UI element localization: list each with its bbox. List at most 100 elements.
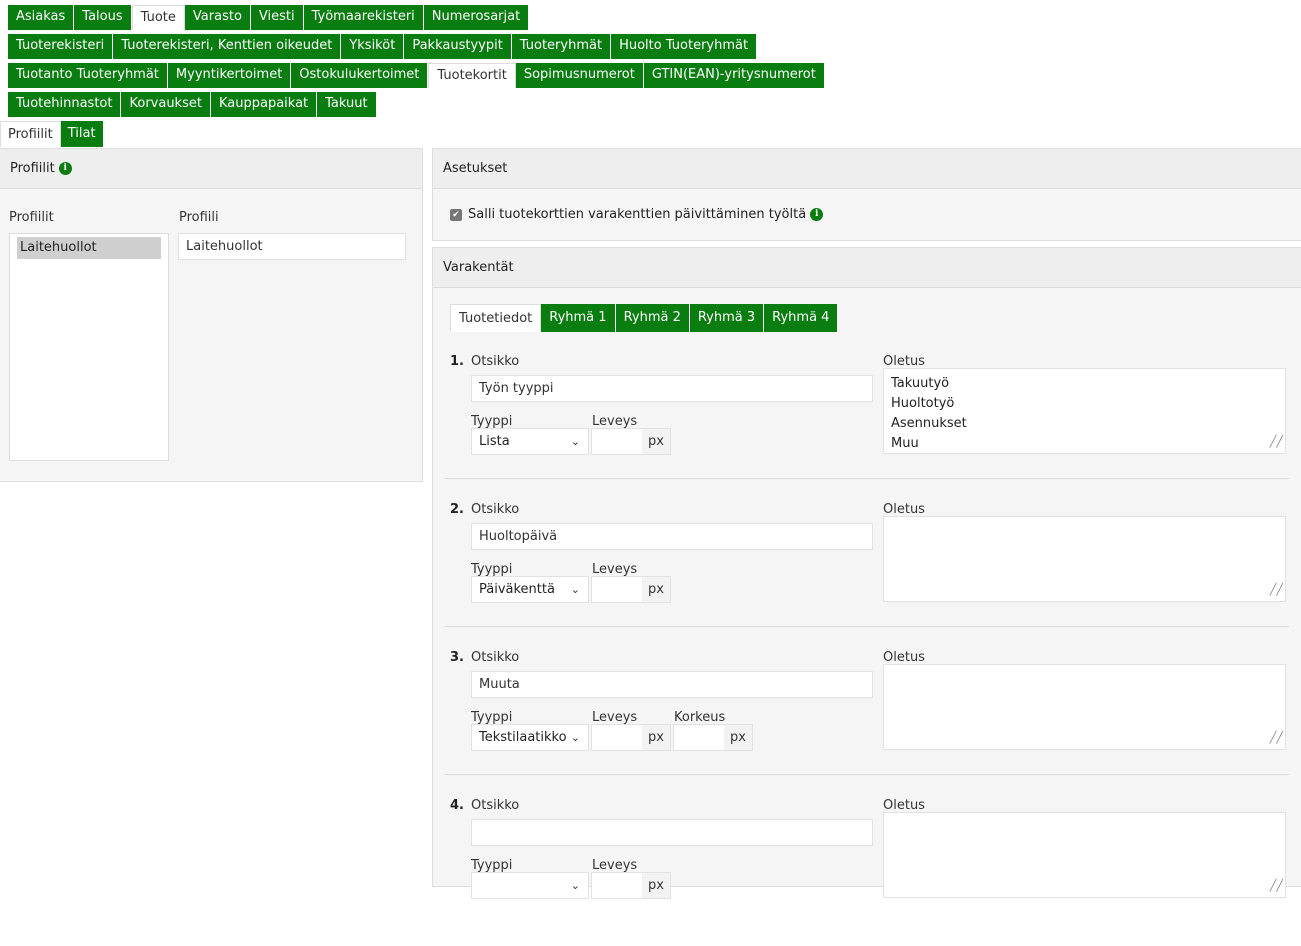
settings-panel-header: Asetukset [433, 149, 1301, 189]
height-label: Korkeus [674, 710, 726, 725]
title-input[interactable]: Työn tyyppi [471, 375, 873, 402]
chevron-down-icon: ⌄ [570, 879, 580, 892]
width-label: Leveys [592, 858, 638, 873]
default-label: Oletus [883, 502, 925, 517]
title-label: Otsikko [471, 650, 520, 665]
subtab-profiilit[interactable]: Profiilit [0, 121, 61, 147]
width-label: Leveys [592, 562, 638, 577]
tab-row-3: Tuotanto Tuoteryhmät Myyntikertoimet Ostok… [8, 63, 825, 88]
type-select[interactable]: Tekstilaatikko ⌄ [471, 724, 589, 751]
tab-huolto-tuoteryhmät[interactable]: Huolto Tuoteryhmät [611, 34, 758, 59]
width-input[interactable]: px [591, 576, 671, 603]
type-value: Päiväkenttä [479, 582, 555, 597]
profiles-panel: Profiilit i Profiilit Profiili Laitehuoll… [0, 148, 423, 482]
field-number: 3. [450, 650, 464, 665]
field-number: 1. [450, 354, 464, 369]
type-select[interactable]: Päiväkenttä ⌄ [471, 576, 589, 603]
extra-field-4: 4. Otsikko Oletus Tyyppi Leveys ⌄ px ╱╱ [433, 798, 1301, 946]
title-input[interactable] [471, 819, 873, 846]
field-number: 4. [450, 798, 464, 813]
default-textarea[interactable]: Takuutyö Huoltotyö Asennukset Muu ╱╱ [883, 368, 1286, 454]
default-label: Oletus [883, 650, 925, 665]
tab-tuoterekisteri-kenttien-oikeudet[interactable]: Tuoterekisteri, Kenttien oikeudet [113, 34, 342, 59]
title-label: Otsikko [471, 798, 520, 813]
tab-row-1: Asiakas Talous Tuote Varasto Viesti Työmaarek… [8, 5, 808, 30]
title-input[interactable]: Muuta [471, 671, 873, 698]
tab-tuotehinnastot[interactable]: Tuotehinnastot [8, 92, 122, 117]
field-divider [445, 478, 1289, 479]
info-icon[interactable]: i [810, 208, 824, 221]
tab-takuut[interactable]: Takuut [317, 92, 377, 117]
tab-varasto[interactable]: Varasto [184, 5, 251, 30]
tab-kauppapaikat[interactable]: Kauppapaikat [210, 92, 318, 117]
default-textarea[interactable]: ╱╱ [883, 516, 1286, 602]
tab-myyntikertoimet[interactable]: Myyntikertoimet [167, 63, 292, 88]
tab-ostokulukertoimet[interactable]: Ostokulukertoimet [291, 63, 429, 88]
tab-tuoteryhmät[interactable]: Tuoteryhmät [511, 34, 612, 59]
info-icon[interactable]: i [58, 162, 72, 175]
px-unit: px [724, 725, 752, 750]
tab-ryhmä-4[interactable]: Ryhmä 4 [764, 304, 839, 332]
tab-tuotanto-tuoteryhmät[interactable]: Tuotanto Tuoteryhmät [8, 63, 168, 88]
tab-korvaukset[interactable]: Korvaukset [121, 92, 211, 117]
width-label: Leveys [592, 414, 638, 429]
tab-numerosarjat[interactable]: Numerosarjat [423, 5, 530, 30]
tab-tuotetiedot[interactable]: Tuotetiedot [450, 304, 542, 332]
field-number: 2. [450, 502, 464, 517]
field-divider [445, 626, 1289, 627]
tab-asiakas[interactable]: Asiakas [8, 5, 75, 30]
tab-tuotekortit[interactable]: Tuotekortit [428, 63, 516, 88]
default-label: Oletus [883, 798, 925, 813]
tab-sopimusnumerot[interactable]: Sopimusnumerot [515, 63, 644, 88]
sub-tabs: Profiilit Tilat [0, 121, 104, 147]
field-divider [445, 774, 1289, 775]
profiles-panel-title: Profiilit [10, 161, 55, 176]
resize-handle-icon[interactable]: ╱╱ [1270, 580, 1283, 600]
tab-pakkaustyypit[interactable]: Pakkaustyypit [404, 34, 512, 59]
width-input[interactable]: px [591, 428, 671, 455]
tab-row-2: Tuoterekisteri Tuoterekisteri, Kenttien o… [8, 34, 808, 59]
px-unit: px [642, 429, 670, 454]
width-input[interactable]: px [591, 724, 671, 751]
extra-fields-panel-title: Varakentät [443, 260, 514, 275]
resize-handle-icon[interactable]: ╱╱ [1270, 432, 1283, 452]
title-input[interactable]: Huoltopäivä [471, 523, 873, 550]
height-input[interactable]: px [673, 724, 753, 751]
width-input[interactable]: px [591, 872, 671, 899]
subtab-tilat[interactable]: Tilat [60, 121, 104, 147]
width-label: Leveys [592, 710, 638, 725]
tab-gtin-ean-yritysnumerot[interactable]: GTIN(EAN)-yritysnumerot [643, 63, 825, 88]
tab-ryhmä-2[interactable]: Ryhmä 2 [615, 304, 690, 332]
tab-ryhmä-3[interactable]: Ryhmä 3 [689, 304, 765, 332]
list-item[interactable]: Laitehuollot [17, 237, 161, 259]
resize-handle-icon[interactable]: ╱╱ [1270, 876, 1283, 896]
px-unit: px [642, 577, 670, 602]
type-select[interactable]: ⌄ [471, 872, 589, 899]
type-label: Tyyppi [471, 562, 513, 577]
tab-viesti[interactable]: Viesti [250, 5, 304, 30]
tab-tuoterekisteri[interactable]: Tuoterekisteri [8, 34, 114, 59]
tab-row-4: Tuotehinnastot Korvaukset Kauppapaikat Taku… [8, 92, 808, 117]
tab-talous[interactable]: Talous [74, 5, 132, 30]
extra-field-3: 3. Otsikko Oletus Muuta Tyyppi Leveys Tekstila… [433, 650, 1301, 798]
default-textarea[interactable]: ╱╱ [883, 812, 1286, 898]
tab-tuote[interactable]: Tuote [131, 5, 185, 30]
tab-yksiköt[interactable]: Yksiköt [341, 34, 405, 59]
update-extra-fields-checkbox[interactable]: ✔ [450, 208, 462, 221]
main-navigation: Asiakas Talous Tuote Varasto Viesti Työmaarek… [8, 5, 825, 121]
settings-panel-title: Asetukset [443, 161, 508, 176]
px-unit: px [642, 873, 670, 898]
profiles-list[interactable]: Laitehuollot [9, 233, 169, 461]
type-value: Lista [479, 434, 510, 449]
tab-työmaarekisteri[interactable]: Työmaarekisteri [303, 5, 424, 30]
resize-handle-icon[interactable]: ╱╱ [1270, 728, 1283, 748]
default-textarea[interactable]: ╱╱ [883, 664, 1286, 750]
tab-ryhmä-1[interactable]: Ryhmä 1 [541, 304, 616, 332]
profiles-panel-header: Profiilit i [0, 149, 422, 189]
default-label: Oletus [883, 354, 925, 369]
profile-name-label: Profiili [179, 210, 219, 225]
type-select[interactable]: Lista ⌄ [471, 428, 589, 455]
profile-name-input[interactable]: Laitehuollot [178, 233, 406, 260]
extra-field-1: 1. Otsikko Oletus Työn tyyppi Tyyppi Leveys Li… [433, 354, 1301, 502]
type-label: Tyyppi [471, 858, 513, 873]
